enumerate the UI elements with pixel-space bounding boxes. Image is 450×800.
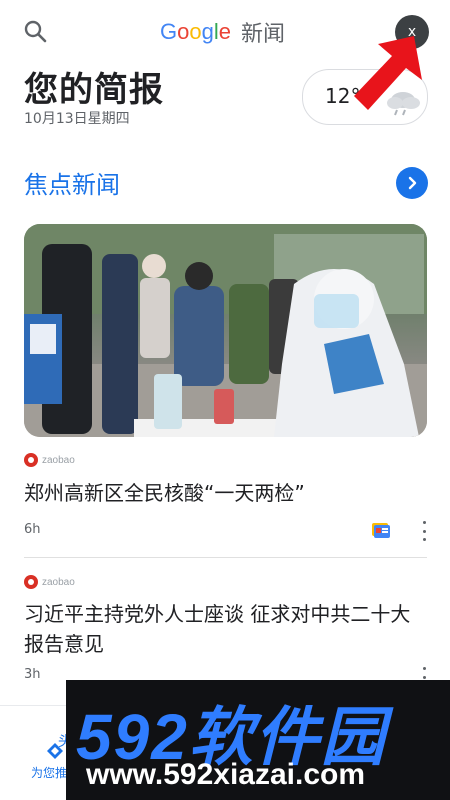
page-title: 您的简报 — [24, 70, 164, 110]
article-image[interactable] — [24, 224, 427, 437]
section-title[interactable]: 焦点新闻 — [24, 165, 120, 200]
brand-letter: o — [177, 19, 190, 44]
brand-letter: e — [218, 19, 232, 44]
article-time: 6h — [24, 522, 41, 537]
page-date: 10月13日星期四 — [24, 111, 130, 127]
watermark-banner: 592软件园 www.592xiazai.com — [66, 680, 450, 800]
brand-letter: o — [189, 19, 202, 44]
article-headline[interactable]: 郑州高新区全民核酸“一天两检” — [24, 478, 424, 508]
section-more-button[interactable] — [396, 167, 428, 199]
article-time: 3h — [24, 667, 41, 682]
brand-wordmark: Google — [160, 19, 231, 45]
source-name: zaobao — [42, 454, 75, 466]
brand-letter: g — [201, 19, 214, 44]
source-logo-icon — [24, 575, 38, 589]
full-coverage-icon[interactable] — [370, 520, 392, 540]
source-name: zaobao — [42, 576, 75, 588]
search-icon[interactable] — [22, 18, 50, 46]
watermark-url: www.592xiazai.com — [86, 758, 366, 791]
divider — [24, 557, 427, 558]
for-you-icon — [46, 742, 64, 760]
article-source: zaobao — [24, 575, 75, 589]
google-news-logo: Google 新闻 — [160, 16, 285, 48]
more-vert-icon[interactable] — [421, 521, 427, 541]
brand-letter: G — [160, 19, 178, 44]
source-logo-icon — [24, 453, 38, 467]
brand-suffix: 新闻 — [241, 21, 286, 46]
chevron-right-icon — [408, 176, 417, 190]
article-headline[interactable]: 习近平主持党外人士座谈 征求对中共二十大报告意见 — [24, 599, 424, 659]
red-arrow-annotation — [348, 32, 428, 114]
article-source: zaobao — [24, 453, 75, 467]
